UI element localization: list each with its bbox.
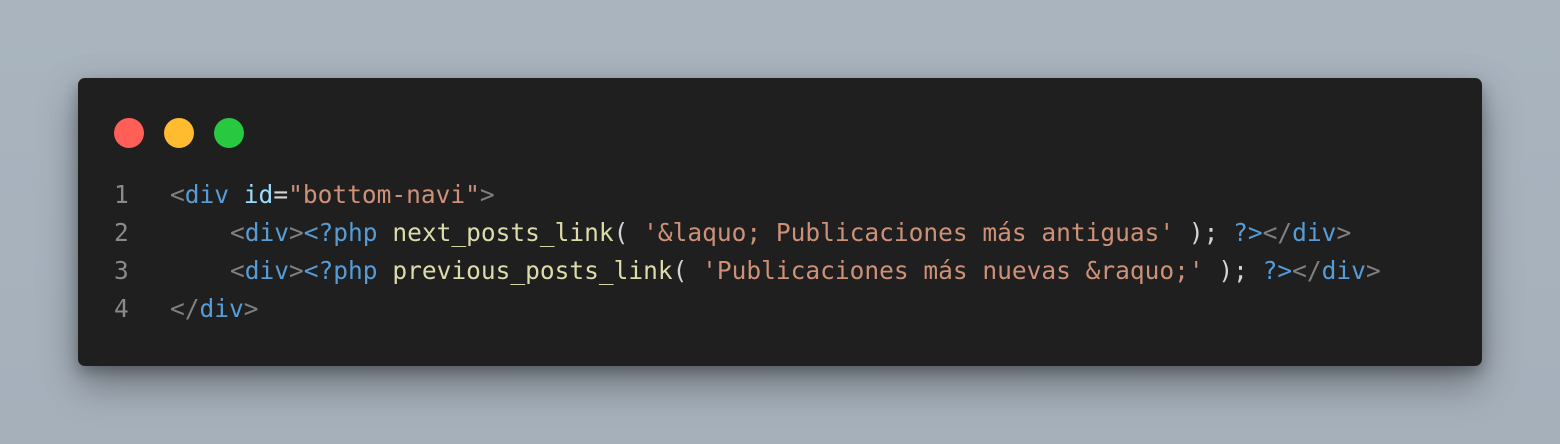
code-line: 4 </div> bbox=[78, 290, 1482, 328]
code-text: <div id="bottom-navi"> bbox=[170, 176, 495, 214]
code-text: </div> bbox=[170, 290, 259, 328]
code-token: div bbox=[184, 180, 230, 209]
code-window: 1 <div id="bottom-navi"> 2 <div><?php next_… bbox=[78, 78, 1482, 366]
code-token: > bbox=[1365, 256, 1381, 285]
code-token: div bbox=[244, 256, 290, 285]
code-token: div bbox=[244, 218, 290, 247]
code-token: </ bbox=[1292, 256, 1322, 285]
code-text: <div><?php previous_posts_link( 'Publica… bbox=[170, 252, 1381, 290]
code-token: div bbox=[1292, 218, 1337, 247]
code-token: ); bbox=[1203, 256, 1263, 285]
code-token: div bbox=[1321, 256, 1366, 285]
close-dot-icon[interactable] bbox=[114, 118, 144, 148]
code-token: </ bbox=[170, 294, 200, 323]
maximize-dot-icon[interactable] bbox=[214, 118, 244, 148]
code-token: ?> bbox=[1233, 218, 1263, 247]
code-token: id bbox=[243, 180, 274, 209]
line-number: 1 bbox=[114, 180, 129, 209]
code-token: <?php bbox=[303, 218, 378, 247]
code-token: = bbox=[273, 180, 289, 209]
code-token: ?> bbox=[1262, 256, 1293, 285]
code-token: ( bbox=[672, 256, 703, 285]
code-token: > bbox=[289, 256, 304, 285]
code-token: ); bbox=[1174, 218, 1234, 247]
code-token: "bottom-navi" bbox=[288, 180, 480, 209]
code-token: previous_posts_link bbox=[392, 256, 673, 285]
code-line: 1 <div id="bottom-navi"> bbox=[78, 176, 1482, 214]
line-number: 4 bbox=[114, 294, 129, 323]
code-token: 'Publicaciones más nuevas &raquo;' bbox=[702, 256, 1204, 285]
code-token: < bbox=[230, 256, 245, 285]
line-number: 2 bbox=[114, 218, 129, 247]
line-number: 3 bbox=[114, 256, 129, 285]
code-token: '&laquo; Publicaciones más antiguas' bbox=[643, 218, 1175, 247]
code-token: < bbox=[230, 218, 245, 247]
code-token: <?php bbox=[303, 256, 378, 285]
code-token: ( bbox=[613, 218, 644, 247]
code-token: < bbox=[170, 180, 185, 209]
code-token: > bbox=[289, 218, 304, 247]
code-line: 3 <div><?php previous_posts_link( 'Public… bbox=[78, 252, 1482, 290]
code-token: > bbox=[479, 180, 495, 209]
code-line: 2 <div><?php next_posts_link( '&laquo; Pu… bbox=[78, 214, 1482, 252]
code-token: next_posts_link bbox=[392, 218, 614, 247]
code-token: > bbox=[1336, 218, 1352, 247]
code-text: <div><?php next_posts_link( '&laquo; Pub… bbox=[170, 214, 1351, 252]
code-block: 1 <div id="bottom-navi"> 2 <div><?php next_… bbox=[78, 176, 1482, 328]
minimize-dot-icon[interactable] bbox=[164, 118, 194, 148]
code-token: </ bbox=[1262, 218, 1293, 247]
code-token: div bbox=[199, 294, 244, 323]
code-token: > bbox=[243, 294, 259, 323]
